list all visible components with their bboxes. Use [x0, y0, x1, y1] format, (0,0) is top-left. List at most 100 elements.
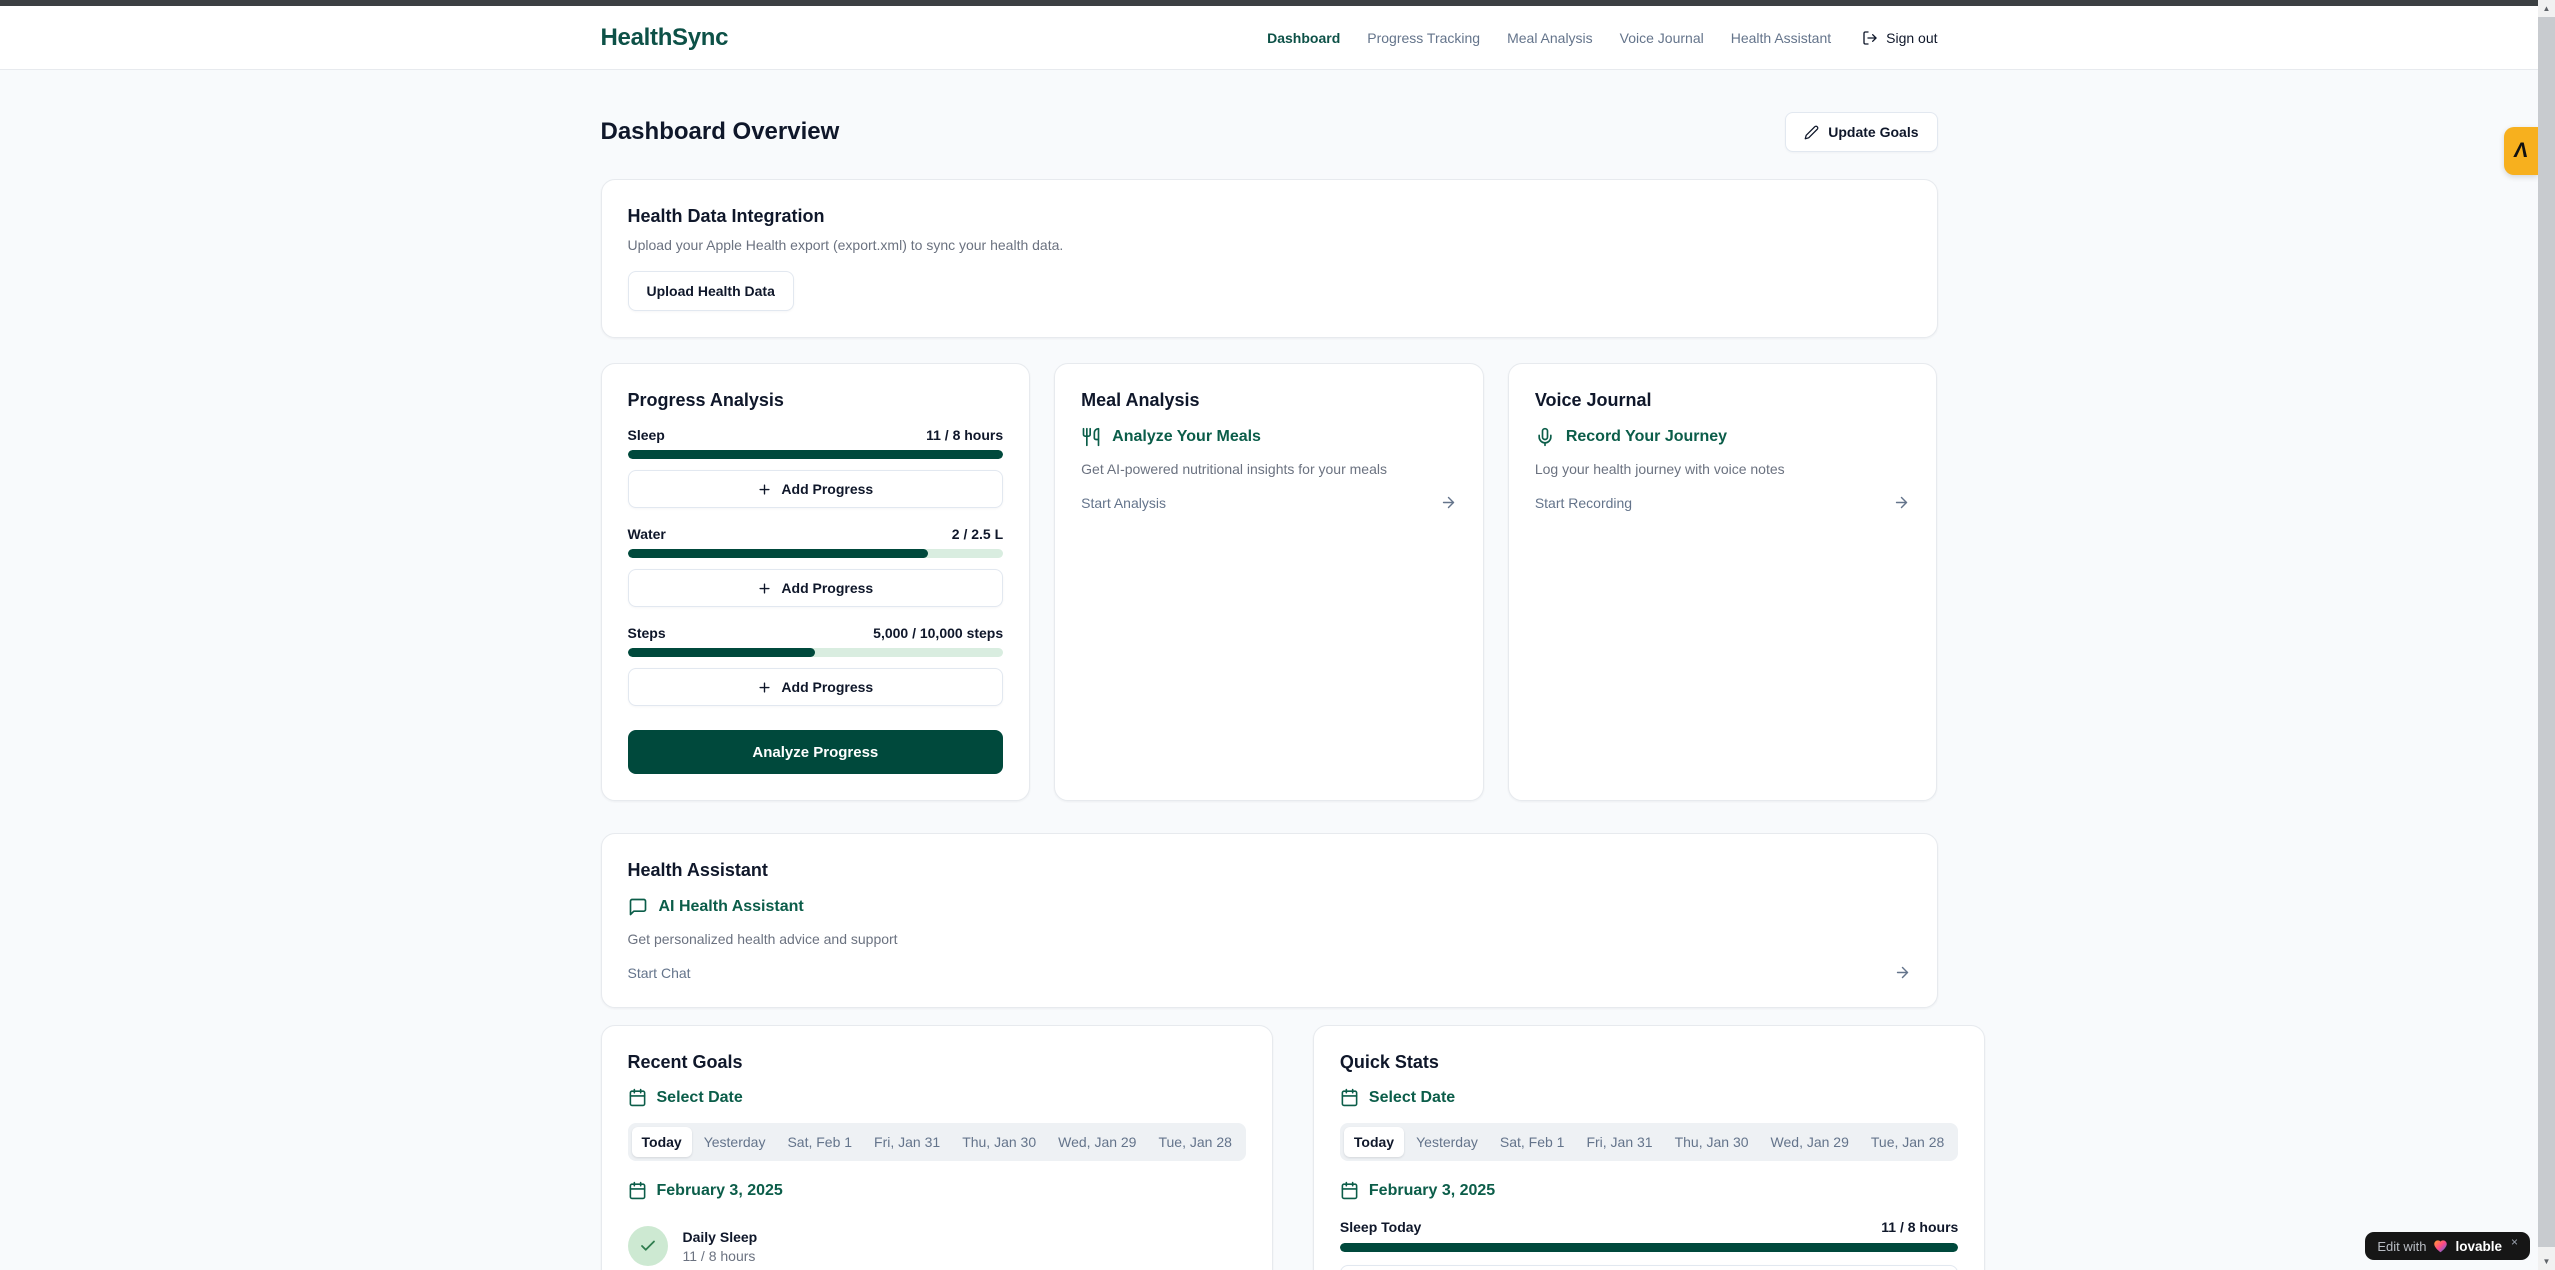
date-tab-yesterday[interactable]: Yesterday [694, 1127, 776, 1157]
date-tab-tue-jan-28[interactable]: Tue, Jan 28 [1148, 1127, 1241, 1157]
voice-journal-card: Voice Journal Record Your Journey Log yo… [1508, 363, 1938, 801]
update-goals-label: Update Goals [1828, 124, 1918, 140]
lovable-logo-icon: Λ [2512, 139, 2529, 163]
date-tab-today[interactable]: Today [1344, 1127, 1404, 1157]
date-tabbar: Today Yesterday Sat, Feb 1 Fri, Jan 31 T… [1340, 1123, 1958, 1161]
date-tab-yesterday[interactable]: Yesterday [1406, 1127, 1488, 1157]
date-tab-sat-feb-1[interactable]: Sat, Feb 1 [777, 1127, 862, 1157]
plus-icon [757, 581, 772, 596]
nav-link-progress-tracking[interactable]: Progress Tracking [1367, 30, 1480, 46]
page-scrollbar[interactable]: ▲ ▼ [2538, 0, 2555, 1270]
sleep-today-progress-bar [1340, 1243, 1958, 1252]
date-tab-tue-jan-28[interactable]: Tue, Jan 28 [1861, 1127, 1954, 1157]
metric-value: 5,000 / 10,000 steps [873, 625, 1003, 641]
card-title: Health Assistant [628, 860, 1911, 881]
lovable-brand-label: lovable [2455, 1239, 2502, 1254]
app-viewport: HealthSync Dashboard Progress Tracking M… [0, 0, 2538, 1270]
select-date-label: Select Date [657, 1089, 743, 1107]
metric-water: Water 2 / 2.5 L Add Progress [628, 526, 1004, 609]
select-date-link[interactable]: Select Date [1340, 1088, 1958, 1107]
nav-link-dashboard[interactable]: Dashboard [1267, 30, 1340, 46]
health-data-integration-card: Health Data Integration Upload your Appl… [601, 179, 1938, 338]
selected-date-label: February 3, 2025 [657, 1182, 783, 1200]
log-out-icon [1862, 30, 1878, 46]
utensils-icon [1081, 427, 1101, 447]
add-progress-button[interactable]: Add Progress [1340, 1265, 1958, 1270]
stat-label: Sleep Today [1340, 1219, 1421, 1235]
card-description: Get personalized health advice and suppo… [628, 931, 1911, 947]
start-chat-label: Start Chat [628, 965, 691, 981]
app-logo: HealthSync [601, 24, 729, 52]
metric-label: Water [628, 526, 666, 542]
start-analysis-row[interactable]: Start Analysis [1081, 494, 1457, 511]
nav-link-health-assistant[interactable]: Health Assistant [1731, 30, 1831, 46]
pencil-icon [1804, 125, 1819, 140]
card-title: Meal Analysis [1081, 390, 1457, 411]
analyze-your-meals-label: Analyze Your Meals [1112, 428, 1261, 446]
metric-value: 2 / 2.5 L [952, 526, 1003, 542]
selected-date-label: February 3, 2025 [1369, 1182, 1495, 1200]
add-progress-button-water[interactable]: Add Progress [628, 569, 1004, 607]
add-progress-label: Add Progress [781, 580, 873, 596]
goal-value: 11 / 8 hours [683, 1248, 758, 1264]
card-title: Progress Analysis [628, 390, 1004, 411]
date-tab-wed-jan-29[interactable]: Wed, Jan 29 [1761, 1127, 1859, 1157]
card-description: Upload your Apple Health export (export.… [628, 237, 1911, 253]
ai-health-assistant-link[interactable]: AI Health Assistant [628, 897, 1911, 917]
card-title: Recent Goals [628, 1052, 1246, 1073]
quick-stats-card: Quick Stats Select Date Today Yesterday … [1313, 1025, 1985, 1270]
add-progress-button-sleep[interactable]: Add Progress [628, 470, 1004, 508]
date-tabbar: Today Yesterday Sat, Feb 1 Fri, Jan 31 T… [628, 1123, 1246, 1161]
card-title: Voice Journal [1535, 390, 1911, 411]
scrollbar-up-arrow[interactable]: ▲ [2538, 0, 2555, 17]
date-tab-sat-feb-1[interactable]: Sat, Feb 1 [1490, 1127, 1575, 1157]
water-progress-bar [628, 549, 1004, 558]
update-goals-button[interactable]: Update Goals [1785, 112, 1937, 152]
date-tab-wed-jan-29[interactable]: Wed, Jan 29 [1048, 1127, 1146, 1157]
selected-date[interactable]: February 3, 2025 [628, 1181, 1246, 1200]
metric-steps: Steps 5,000 / 10,000 steps Add Progress [628, 625, 1004, 708]
close-icon[interactable]: × [2511, 1235, 2518, 1249]
card-description: Log your health journey with voice notes [1535, 461, 1911, 477]
date-tab-today[interactable]: Today [632, 1127, 692, 1157]
recent-goals-card: Recent Goals Select Date Today Yesterday… [601, 1025, 1273, 1270]
selected-date[interactable]: February 3, 2025 [1340, 1181, 1958, 1200]
upload-health-data-label: Upload Health Data [647, 283, 775, 299]
edit-with-lovable-badge[interactable]: Edit with lovable × [2365, 1232, 2530, 1260]
microphone-icon [1535, 427, 1555, 447]
add-progress-label: Add Progress [781, 679, 873, 695]
start-recording-label: Start Recording [1535, 495, 1632, 511]
date-tab-thu-jan-30[interactable]: Thu, Jan 30 [952, 1127, 1046, 1157]
stat-value: 11 / 8 hours [1881, 1219, 1958, 1235]
meal-analysis-card: Meal Analysis Analyze Your Meals Get AI-… [1054, 363, 1484, 801]
record-your-journey-label: Record Your Journey [1566, 428, 1727, 446]
main-nav: Dashboard Progress Tracking Meal Analysi… [1267, 30, 1937, 46]
date-tab-thu-jan-30[interactable]: Thu, Jan 30 [1665, 1127, 1759, 1157]
date-tab-fri-jan-31[interactable]: Fri, Jan 31 [864, 1127, 950, 1157]
analyze-progress-button[interactable]: Analyze Progress [628, 730, 1004, 774]
page-title: Dashboard Overview [601, 118, 840, 146]
nav-link-voice-journal[interactable]: Voice Journal [1620, 30, 1704, 46]
health-assistant-card: Health Assistant AI Health Assistant Get… [601, 833, 1938, 1008]
scrollbar-down-arrow[interactable]: ▼ [2538, 1253, 2555, 1270]
calendar-icon [1340, 1181, 1359, 1200]
add-progress-button-steps[interactable]: Add Progress [628, 668, 1004, 706]
select-date-link[interactable]: Select Date [628, 1088, 1246, 1107]
select-date-label: Select Date [1369, 1089, 1455, 1107]
date-tab-fri-jan-31[interactable]: Fri, Jan 31 [1576, 1127, 1662, 1157]
scrollbar-thumb[interactable] [2538, 17, 2555, 1247]
upload-health-data-button[interactable]: Upload Health Data [628, 271, 794, 311]
nav-link-meal-analysis[interactable]: Meal Analysis [1507, 30, 1593, 46]
analyze-your-meals-link[interactable]: Analyze Your Meals [1081, 427, 1457, 447]
sign-out-button[interactable]: Sign out [1862, 30, 1937, 46]
chat-bubble-icon [628, 897, 648, 917]
lovable-side-tab[interactable]: Λ [2504, 127, 2538, 175]
start-recording-row[interactable]: Start Recording [1535, 494, 1911, 511]
start-analysis-label: Start Analysis [1081, 495, 1166, 511]
arrow-right-icon [1893, 494, 1910, 511]
card-description: Get AI-powered nutritional insights for … [1081, 461, 1457, 477]
calendar-icon [628, 1181, 647, 1200]
start-chat-row[interactable]: Start Chat [628, 964, 1911, 981]
record-your-journey-link[interactable]: Record Your Journey [1535, 427, 1911, 447]
metric-label: Sleep [628, 427, 665, 443]
